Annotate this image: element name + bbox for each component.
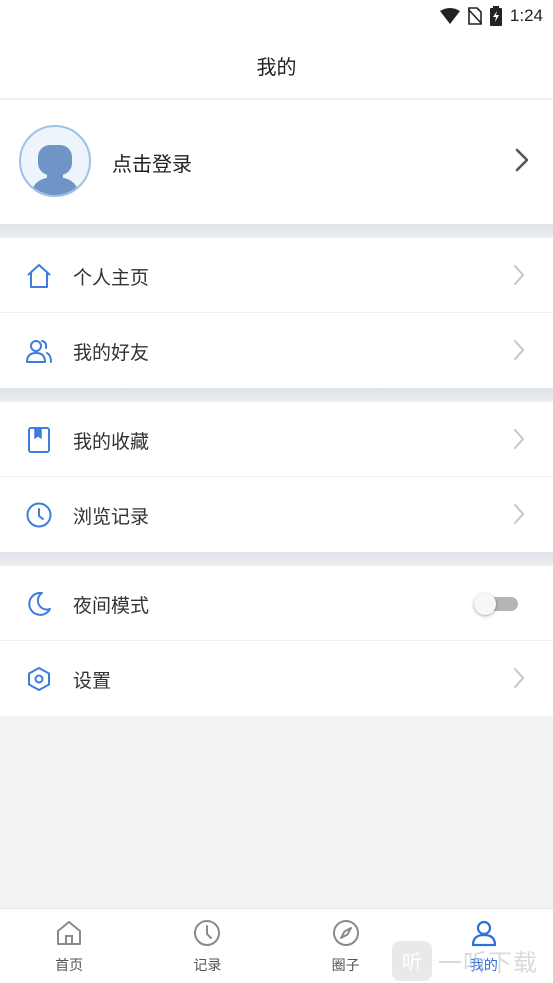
night-mode-toggle[interactable]	[474, 593, 520, 615]
chevron-right-icon	[513, 264, 525, 290]
menu-item-label: 夜间模式	[73, 595, 150, 617]
compass-icon	[332, 919, 360, 951]
home-icon	[25, 262, 53, 290]
section-divider	[0, 552, 553, 566]
home-icon	[55, 919, 83, 951]
menu-group-3: 夜间模式 设置	[0, 566, 553, 716]
chevron-right-icon	[515, 148, 529, 176]
menu-item-label: 浏览记录	[73, 506, 150, 528]
menu-item-label: 我的好友	[73, 342, 150, 364]
menu-item-history[interactable]: 浏览记录	[0, 477, 553, 552]
page-title: 我的	[256, 54, 297, 79]
bookmark-icon	[25, 426, 53, 454]
tab-label: 记录	[193, 958, 222, 974]
section-divider	[0, 224, 553, 238]
status-icons: 1:24	[439, 4, 543, 28]
battery-icon	[489, 6, 502, 26]
menu-item-friends[interactable]: 我的好友	[0, 313, 553, 388]
page-title-bar: 我的	[0, 32, 553, 99]
login-row[interactable]: 点击登录	[0, 100, 553, 224]
clock-icon	[25, 501, 53, 529]
clock-icon	[193, 919, 221, 951]
no-sim-icon	[467, 7, 482, 25]
watermark-text: 一听下载	[438, 949, 538, 977]
chevron-right-icon	[513, 667, 525, 693]
chevron-right-icon	[513, 428, 525, 454]
watermark: 听 一听下载	[392, 938, 553, 983]
menu-group-1: 个人主页 我的好友	[0, 238, 553, 388]
menu-item-favorites[interactable]: 我的收藏	[0, 402, 553, 477]
watermark-badge: 听	[392, 940, 432, 981]
tab-home[interactable]: 首页	[0, 909, 138, 983]
hexagon-settings-icon	[25, 665, 53, 693]
menu-item-label: 我的收藏	[73, 431, 150, 453]
tab-label: 首页	[55, 958, 84, 974]
menu-group-2: 我的收藏 浏览记录	[0, 402, 553, 552]
section-divider	[0, 388, 553, 402]
moon-icon	[25, 590, 53, 618]
default-avatar-icon	[31, 145, 79, 195]
avatar	[19, 125, 91, 197]
toggle-knob	[474, 593, 496, 615]
status-bar: 1:24	[0, 0, 553, 32]
tab-records[interactable]: 记录	[138, 909, 276, 983]
menu-item-label: 个人主页	[73, 267, 150, 289]
friends-icon	[25, 337, 53, 365]
tab-label: 圈子	[331, 958, 360, 974]
clock-time: 1:24	[509, 6, 543, 25]
menu-item-settings[interactable]: 设置	[0, 641, 553, 716]
login-label: 点击登录	[112, 152, 192, 176]
wifi-icon	[439, 8, 460, 24]
chevron-right-icon	[513, 339, 525, 365]
menu-item-label: 设置	[73, 670, 112, 692]
menu-item-homepage[interactable]: 个人主页	[0, 238, 553, 313]
chevron-right-icon	[513, 503, 525, 529]
menu-item-night-mode: 夜间模式	[0, 566, 553, 641]
